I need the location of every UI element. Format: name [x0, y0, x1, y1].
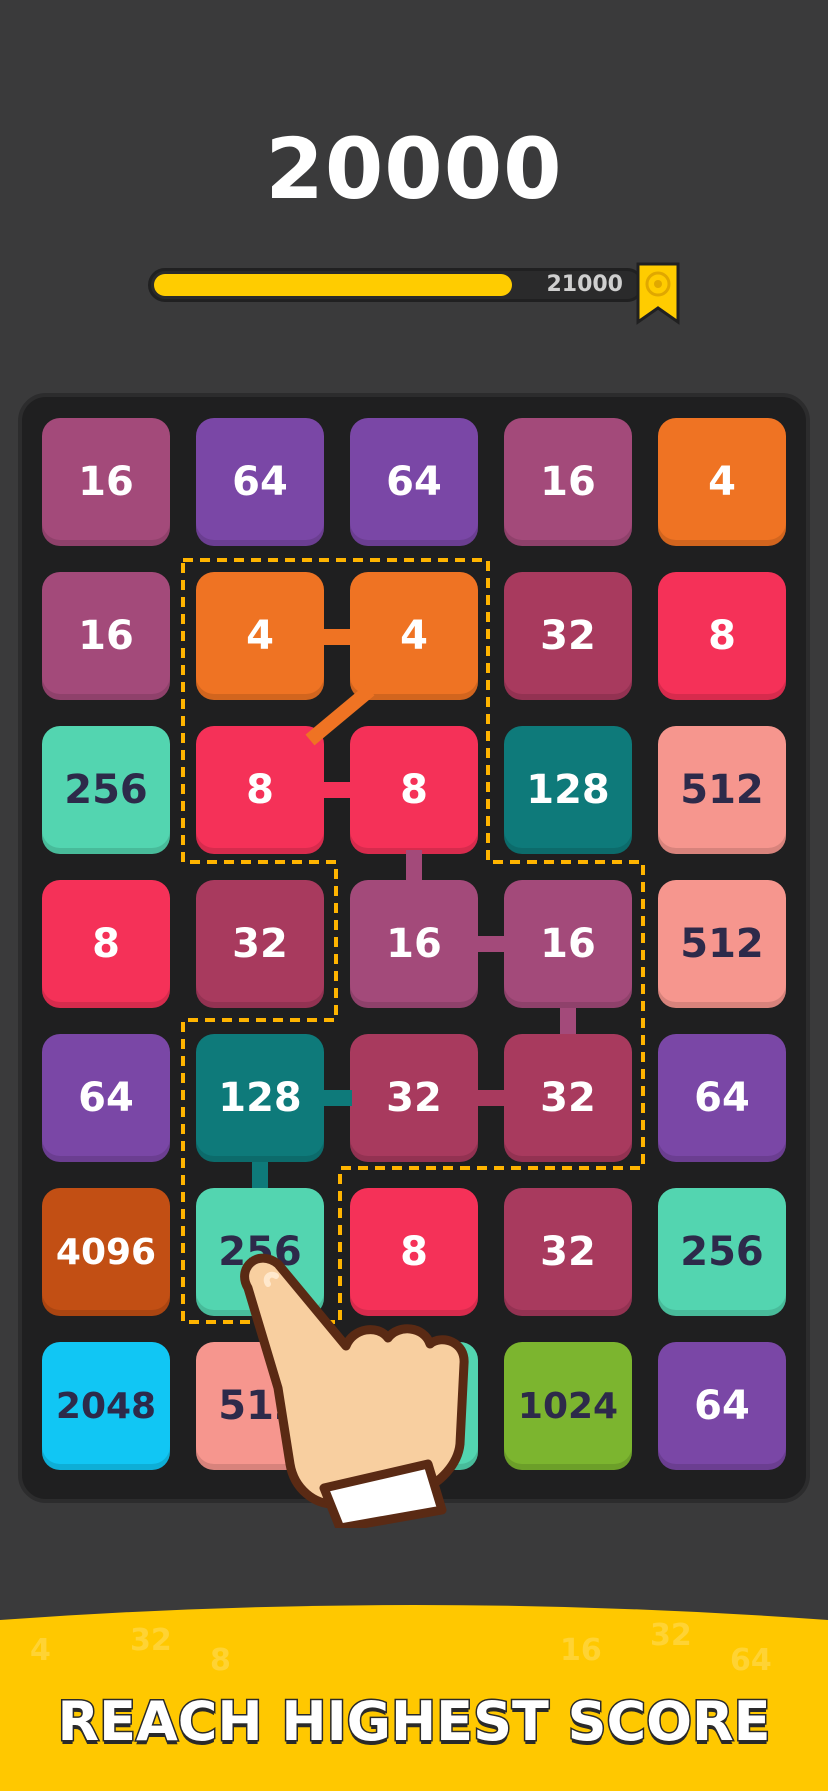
tile[interactable]: 64 — [196, 418, 324, 546]
tile[interactable]: 2048 — [42, 1342, 170, 1470]
svg-text:32: 32 — [130, 1623, 172, 1658]
tile[interactable]: 128 — [504, 726, 632, 854]
tile[interactable]: 32 — [504, 1188, 632, 1316]
tile[interactable]: 8 — [658, 572, 786, 700]
tile[interactable]: 512 — [658, 880, 786, 1008]
svg-text:16: 16 — [560, 1633, 602, 1668]
svg-text:8: 8 — [210, 1643, 231, 1678]
tile[interactable]: 32 — [196, 880, 324, 1008]
tile[interactable]: 1024 — [504, 1342, 632, 1470]
svg-text:4: 4 — [30, 1633, 51, 1668]
tile[interactable]: 16 — [504, 418, 632, 546]
tile[interactable]: 64 — [658, 1342, 786, 1470]
pointing-hand-icon — [240, 1253, 469, 1528]
svg-text:64: 64 — [730, 1643, 772, 1678]
tile[interactable]: 256 — [658, 1188, 786, 1316]
tile[interactable]: 32 — [504, 572, 632, 700]
tile[interactable]: 8 — [196, 726, 324, 854]
tile[interactable]: 32 — [350, 1034, 478, 1162]
tile[interactable]: 128 — [196, 1034, 324, 1162]
tile[interactable]: 4 — [350, 572, 478, 700]
score-progress-bar: 21000 — [148, 268, 644, 302]
tile[interactable]: 256 — [42, 726, 170, 854]
svg-text:32: 32 — [650, 1618, 692, 1653]
tile[interactable]: 4 — [196, 572, 324, 700]
score-display: 20000 — [265, 120, 563, 218]
tile[interactable]: 4096 — [42, 1188, 170, 1316]
tile[interactable]: 32 — [504, 1034, 632, 1162]
progress-fill — [154, 274, 513, 296]
tile[interactable]: 16 — [504, 880, 632, 1008]
tile[interactable]: 16 — [42, 572, 170, 700]
tile[interactable]: 64 — [42, 1034, 170, 1162]
tile[interactable]: 8 — [350, 726, 478, 854]
tile[interactable]: 64 — [658, 1034, 786, 1162]
tile[interactable]: 512 — [658, 726, 786, 854]
target-flag-icon — [636, 262, 680, 325]
banner-title: REACH HIGHEST SCORE — [56, 1689, 772, 1755]
tile[interactable]: 8 — [42, 880, 170, 1008]
target-score-label: 21000 — [546, 272, 623, 297]
tile[interactable]: 16 — [42, 418, 170, 546]
tile[interactable]: 16 — [350, 880, 478, 1008]
tile[interactable]: 4 — [658, 418, 786, 546]
tile[interactable]: 64 — [350, 418, 478, 546]
